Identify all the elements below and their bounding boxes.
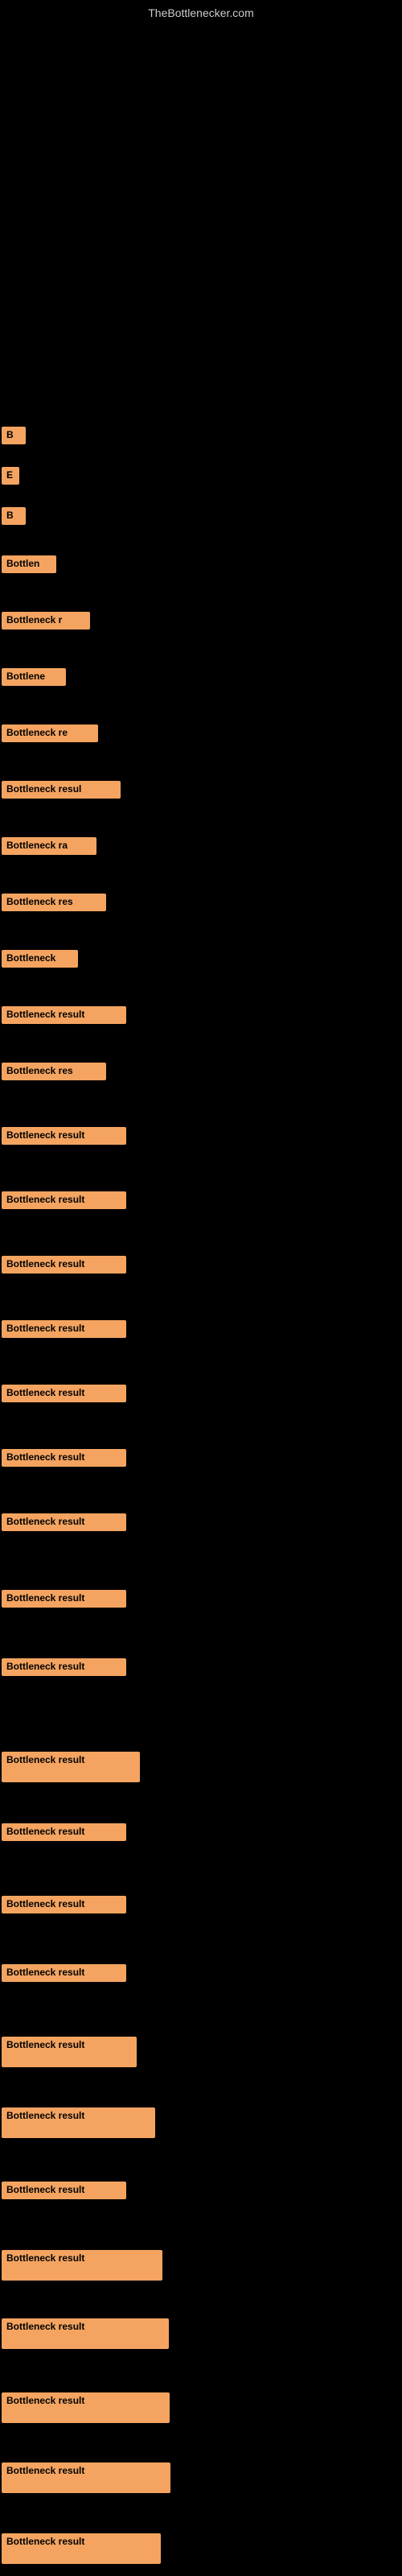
bottleneck-result-label-32[interactable]: Bottleneck result	[2, 2392, 170, 2423]
bottleneck-result-label-5[interactable]: Bottleneck r	[2, 612, 90, 630]
bottleneck-result-label-20[interactable]: Bottleneck result	[2, 1513, 126, 1531]
bottleneck-result-label-2[interactable]: E	[2, 467, 19, 485]
bottleneck-result-label-22[interactable]: Bottleneck result	[2, 1658, 126, 1676]
bottleneck-result-label-19[interactable]: Bottleneck result	[2, 1449, 126, 1467]
bottleneck-result-label-24[interactable]: Bottleneck result	[2, 1823, 126, 1841]
bottleneck-result-label-12[interactable]: Bottleneck result	[2, 1006, 126, 1024]
bottleneck-result-label-14[interactable]: Bottleneck result	[2, 1127, 126, 1145]
bottleneck-result-label-30[interactable]: Bottleneck result	[2, 2250, 162, 2281]
bottleneck-result-label-6[interactable]: Bottlene	[2, 668, 66, 686]
bottleneck-result-label-17[interactable]: Bottleneck result	[2, 1320, 126, 1338]
bottleneck-result-label-31[interactable]: Bottleneck result	[2, 2318, 169, 2349]
bottleneck-result-label-3[interactable]: B	[2, 507, 26, 525]
bottleneck-result-label-26[interactable]: Bottleneck result	[2, 1964, 126, 1982]
bottleneck-result-label-33[interactable]: Bottleneck result	[2, 2462, 170, 2493]
bottleneck-result-label-29[interactable]: Bottleneck result	[2, 2182, 126, 2199]
bottleneck-result-label-34[interactable]: Bottleneck result	[2, 2533, 161, 2564]
bottleneck-result-label-28[interactable]: Bottleneck result	[2, 2107, 155, 2138]
site-title: TheBottlenecker.com	[148, 6, 254, 19]
bottleneck-result-label-1[interactable]: B	[2, 427, 26, 444]
bottleneck-result-label-27[interactable]: Bottleneck result	[2, 2037, 137, 2067]
bottleneck-result-label-11[interactable]: Bottleneck	[2, 950, 78, 968]
bottleneck-result-label-23[interactable]: Bottleneck result	[2, 1752, 140, 1782]
bottleneck-result-label-4[interactable]: Bottlen	[2, 555, 56, 573]
bottleneck-result-label-16[interactable]: Bottleneck result	[2, 1256, 126, 1274]
bottleneck-result-label-9[interactable]: Bottleneck ra	[2, 837, 96, 855]
bottleneck-result-label-10[interactable]: Bottleneck res	[2, 894, 106, 911]
bottleneck-result-label-8[interactable]: Bottleneck resul	[2, 781, 121, 799]
bottleneck-result-label-13[interactable]: Bottleneck res	[2, 1063, 106, 1080]
bottleneck-result-label-21[interactable]: Bottleneck result	[2, 1590, 126, 1608]
bottleneck-result-label-7[interactable]: Bottleneck re	[2, 724, 98, 742]
bottleneck-result-label-25[interactable]: Bottleneck result	[2, 1896, 126, 1913]
bottleneck-result-label-15[interactable]: Bottleneck result	[2, 1191, 126, 1209]
bottleneck-result-label-18[interactable]: Bottleneck result	[2, 1385, 126, 1402]
